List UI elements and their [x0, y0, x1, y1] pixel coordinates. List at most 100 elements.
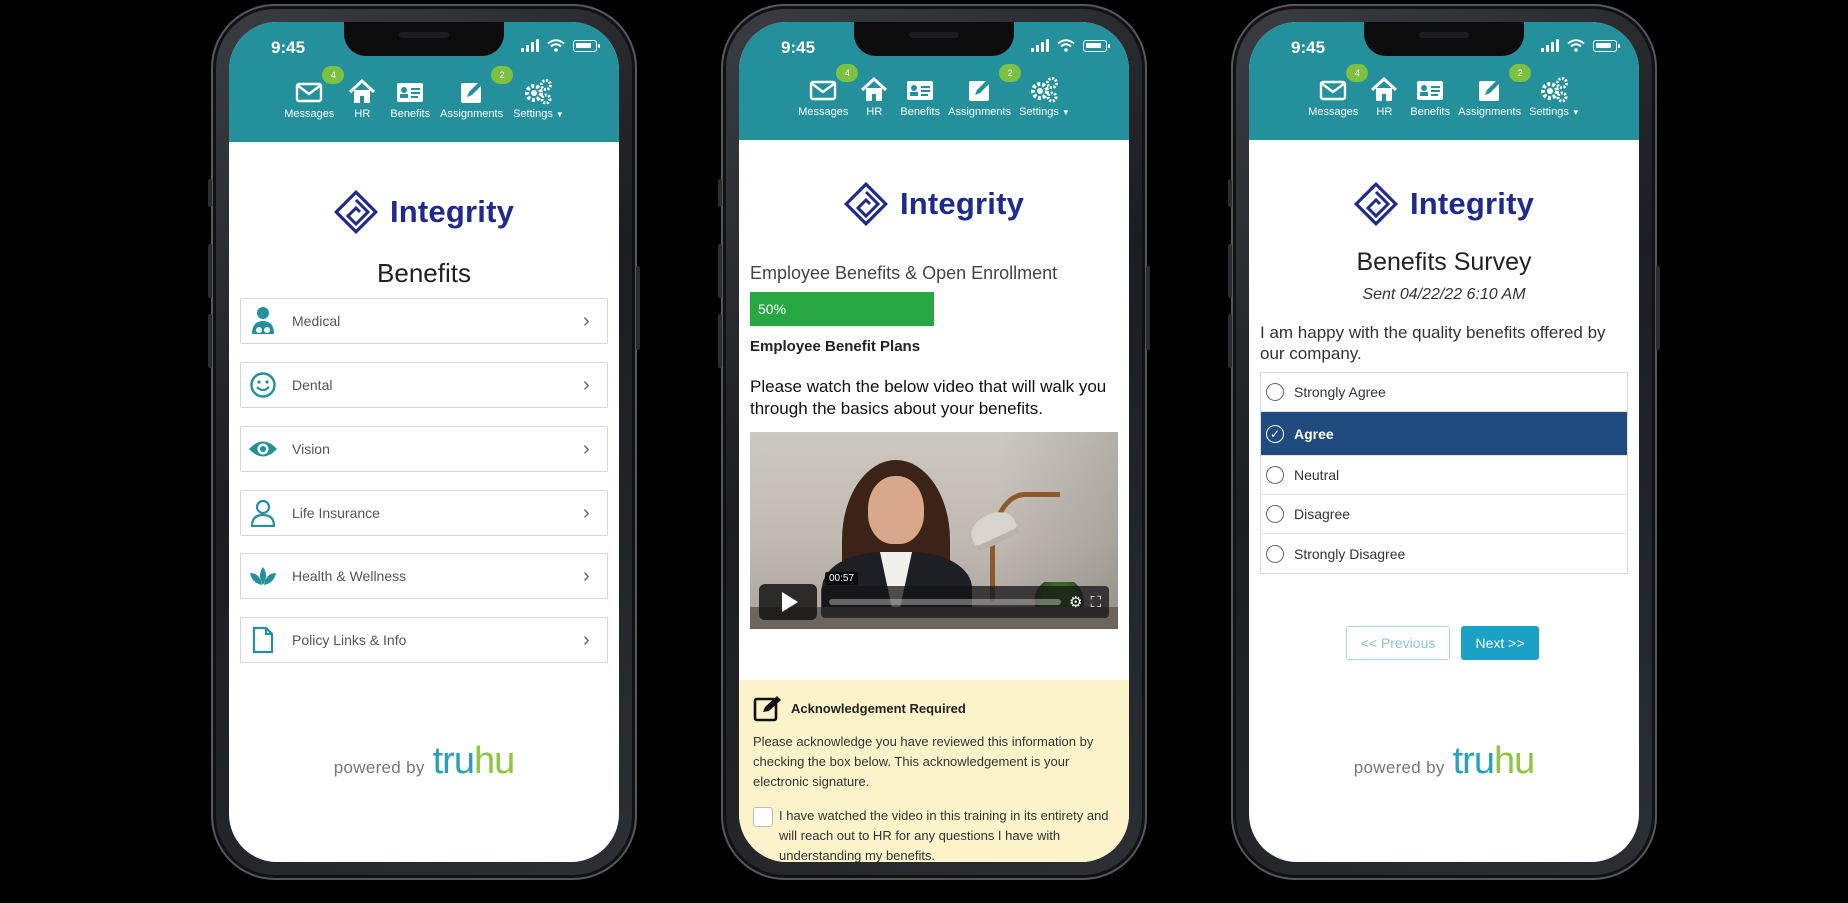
signal-icon [1541, 39, 1559, 52]
radio-icon [1266, 544, 1284, 563]
phone-survey: 9:45 4 Messages HR Benefits 2 Assignment… [1228, 4, 1660, 880]
id-card-icon [907, 81, 934, 100]
top-nav: 4 Messages HR Benefits 2 Assignments Set… [739, 64, 1129, 118]
side-button [1228, 179, 1232, 207]
video-control-bar: 00:57 ⚙ ⛶ [821, 572, 1109, 618]
truhu-logo-hu: hu [1493, 740, 1535, 782]
side-button [718, 314, 722, 368]
previous-button[interactable]: << Previous [1346, 626, 1450, 660]
nav-label: Benefits [390, 108, 431, 120]
nav-benefits[interactable]: Benefits [1410, 76, 1450, 118]
chevron-right-icon: › [583, 564, 590, 587]
nav-assignments[interactable]: 2 Assignments [948, 64, 1022, 118]
nav-settings[interactable]: Settings ▼ [1529, 76, 1580, 118]
powered-by-text: powered by [1353, 758, 1445, 777]
edit-icon [1478, 80, 1500, 101]
survey-options: Strongly Agree ✓ Agree Neutral Disagree S… [1260, 372, 1628, 574]
side-button [208, 179, 212, 207]
radio-icon [1266, 505, 1284, 523]
nav-label: Settings ▼ [1019, 106, 1070, 118]
battery-icon [573, 39, 600, 52]
option-strongly-agree[interactable]: Strongly Agree [1261, 373, 1627, 412]
option-neutral[interactable]: Neutral [1261, 456, 1627, 495]
chevron-right-icon: › [583, 309, 590, 332]
status-time: 9:45 [271, 38, 306, 57]
side-button [636, 266, 640, 350]
status-icons [521, 39, 600, 52]
option-agree[interactable]: ✓ Agree [1261, 412, 1627, 456]
status-time: 9:45 [781, 38, 816, 57]
video-scrubber[interactable] [829, 599, 1062, 605]
ack-header: Acknowledgement Required [753, 694, 966, 722]
progress-bar: 50% [750, 292, 1118, 326]
benefit-item-health-wellness[interactable]: Health & Wellness › [240, 553, 608, 599]
truhu-logo-tru: tru [432, 740, 475, 782]
integrity-logo: Integrity [739, 182, 1129, 226]
benefit-item-vision[interactable]: Vision › [240, 426, 608, 472]
nav-messages[interactable]: 4 Messages [1308, 64, 1369, 118]
survey-sent-date: Sent 04/22/22 6:10 AM [1362, 286, 1526, 303]
video-frame [868, 476, 924, 544]
truhu-logo-hu: hu [473, 740, 515, 782]
messages-badge: 4 [1346, 64, 1369, 82]
next-button[interactable]: Next >> [1461, 626, 1539, 660]
maze-logo-icon [1353, 182, 1398, 226]
benefit-item-dental[interactable]: Dental › [240, 362, 608, 408]
nav-hr[interactable]: HR [1366, 76, 1402, 118]
video-player[interactable]: 00:57 ⚙ ⛶ [750, 432, 1118, 629]
top-nav: 4 Messages HR Benefits 2 Assignments Set… [229, 66, 619, 120]
nav-label: HR [1376, 106, 1393, 118]
side-button [718, 179, 722, 207]
status-time: 9:45 [1291, 38, 1326, 57]
gear-icon[interactable]: ⚙ [1069, 593, 1082, 611]
instructions: Please watch the below video that will w… [750, 377, 1107, 418]
messages-badge: 4 [836, 64, 859, 82]
status-icons [1031, 39, 1110, 52]
maze-logo-icon [333, 190, 378, 234]
envelope-icon [296, 82, 323, 103]
nav-messages[interactable]: 4 Messages [798, 64, 859, 118]
benefit-item-life-insurance[interactable]: Life Insurance › [240, 490, 608, 536]
nav-settings[interactable]: Settings ▼ [513, 78, 564, 120]
section-title: Employee Benefits & Open Enrollment [750, 263, 1058, 283]
nav-settings[interactable]: Settings ▼ [1019, 76, 1070, 118]
wifi-icon [1057, 39, 1075, 52]
nav-label: HR [354, 108, 371, 120]
notch [1364, 22, 1524, 56]
benefit-item-medical[interactable]: Medical › [240, 298, 608, 344]
stage: 9:45 4 Messages HR Benefits 2 Assignment… [0, 0, 1848, 903]
ack-checkbox[interactable] [753, 807, 773, 827]
benefit-item-policy-links[interactable]: Policy Links & Info › [240, 617, 608, 663]
option-strongly-disagree[interactable]: Strongly Disagree [1261, 534, 1627, 573]
survey-title: Benefits Survey [1356, 248, 1532, 276]
person-icon [246, 496, 280, 530]
brand-name: Integrity [1409, 186, 1535, 221]
nav-assignments[interactable]: 2 Assignments [440, 66, 514, 120]
nav-assignments[interactable]: 2 Assignments [1458, 64, 1532, 118]
top-nav: 4 Messages HR Benefits 2 Assignments Set… [1249, 64, 1639, 118]
settings-label: Settings [513, 108, 553, 120]
screen: 9:45 4 Messages HR Benefits 2 Assignment… [1249, 22, 1639, 862]
lotus-icon [246, 559, 280, 593]
screen: 9:45 4 Messages HR Benefits 2 Assignment… [229, 22, 619, 862]
option-disagree[interactable]: Disagree [1261, 495, 1627, 534]
nav-label: Benefits [900, 106, 941, 118]
play-icon[interactable] [759, 584, 817, 620]
caret-down-icon: ▼ [555, 110, 564, 119]
brand-name: Integrity [899, 186, 1025, 221]
eye-icon [246, 432, 280, 466]
nav-benefits[interactable]: Benefits [900, 76, 940, 118]
nav-label: Messages [798, 106, 849, 118]
nav-messages[interactable]: 4 Messages [284, 66, 345, 120]
chevron-right-icon: › [583, 373, 590, 396]
nav-hr[interactable]: HR [344, 78, 380, 120]
ack-checkbox-label: I have watched the video in this trainin… [779, 808, 1109, 862]
nav-hr[interactable]: HR [856, 76, 892, 118]
gears-icon [1541, 77, 1569, 103]
nav-benefits[interactable]: Benefits [390, 78, 430, 120]
side-button [1656, 266, 1660, 350]
nav-label: Assignments [948, 106, 1012, 118]
check-circle-icon: ✓ [1266, 424, 1284, 443]
option-label: Strongly Disagree [1294, 545, 1406, 562]
fullscreen-icon[interactable]: ⛶ [1090, 594, 1101, 611]
